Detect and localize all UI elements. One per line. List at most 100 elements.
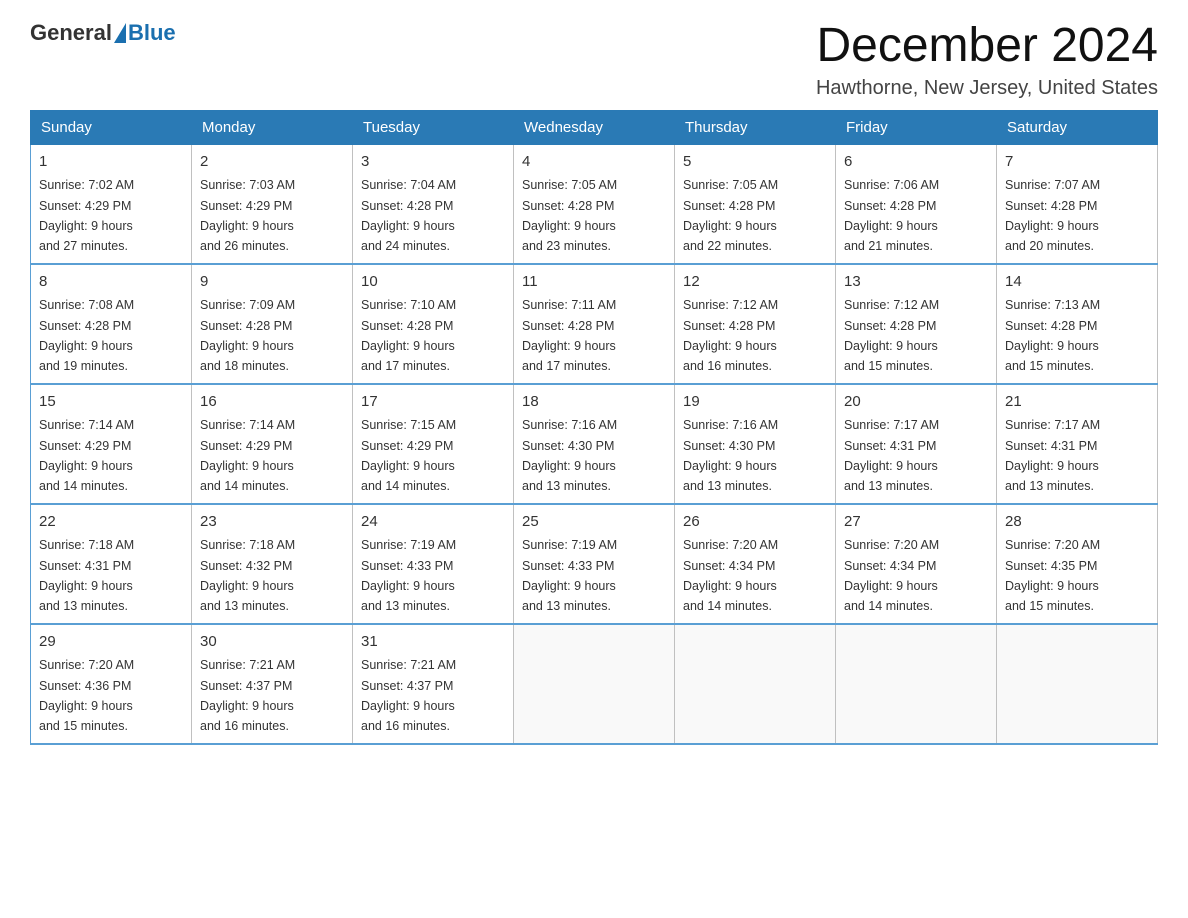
day-info: Sunrise: 7:18 AMSunset: 4:31 PMDaylight:… [39,538,134,613]
day-number: 26 [683,511,827,534]
logo-triangle-icon [114,23,126,43]
calendar-day-cell: 24 Sunrise: 7:19 AMSunset: 4:33 PMDaylig… [353,504,514,624]
day-number: 25 [522,511,666,534]
day-info: Sunrise: 7:18 AMSunset: 4:32 PMDaylight:… [200,538,295,613]
calendar-week-row: 8 Sunrise: 7:08 AMSunset: 4:28 PMDayligh… [31,264,1158,384]
calendar-day-cell: 20 Sunrise: 7:17 AMSunset: 4:31 PMDaylig… [836,384,997,504]
day-number: 29 [39,631,183,654]
calendar-day-cell: 30 Sunrise: 7:21 AMSunset: 4:37 PMDaylig… [192,624,353,744]
calendar-day-cell [997,624,1158,744]
calendar-body: 1 Sunrise: 7:02 AMSunset: 4:29 PMDayligh… [31,144,1158,744]
calendar-day-cell: 11 Sunrise: 7:11 AMSunset: 4:28 PMDaylig… [514,264,675,384]
day-number: 12 [683,271,827,294]
calendar-day-cell: 26 Sunrise: 7:20 AMSunset: 4:34 PMDaylig… [675,504,836,624]
day-number: 4 [522,151,666,174]
calendar-day-cell: 19 Sunrise: 7:16 AMSunset: 4:30 PMDaylig… [675,384,836,504]
calendar-day-cell: 28 Sunrise: 7:20 AMSunset: 4:35 PMDaylig… [997,504,1158,624]
day-number: 22 [39,511,183,534]
day-info: Sunrise: 7:15 AMSunset: 4:29 PMDaylight:… [361,418,456,493]
calendar-day-cell: 12 Sunrise: 7:12 AMSunset: 4:28 PMDaylig… [675,264,836,384]
day-info: Sunrise: 7:13 AMSunset: 4:28 PMDaylight:… [1005,298,1100,373]
day-number: 31 [361,631,505,654]
day-number: 16 [200,391,344,414]
calendar-day-cell: 27 Sunrise: 7:20 AMSunset: 4:34 PMDaylig… [836,504,997,624]
calendar-day-cell: 2 Sunrise: 7:03 AMSunset: 4:29 PMDayligh… [192,144,353,264]
day-info: Sunrise: 7:21 AMSunset: 4:37 PMDaylight:… [200,658,295,733]
day-info: Sunrise: 7:10 AMSunset: 4:28 PMDaylight:… [361,298,456,373]
weekday-header-monday: Monday [192,110,353,144]
logo-general-text: General [30,20,112,46]
day-info: Sunrise: 7:05 AMSunset: 4:28 PMDaylight:… [522,178,617,253]
calendar-day-cell: 22 Sunrise: 7:18 AMSunset: 4:31 PMDaylig… [31,504,192,624]
calendar-day-cell: 3 Sunrise: 7:04 AMSunset: 4:28 PMDayligh… [353,144,514,264]
weekday-header-wednesday: Wednesday [514,110,675,144]
logo: General Blue [30,20,176,46]
day-info: Sunrise: 7:20 AMSunset: 4:34 PMDaylight:… [844,538,939,613]
weekday-header-thursday: Thursday [675,110,836,144]
calendar-day-cell: 10 Sunrise: 7:10 AMSunset: 4:28 PMDaylig… [353,264,514,384]
calendar-day-cell: 21 Sunrise: 7:17 AMSunset: 4:31 PMDaylig… [997,384,1158,504]
day-info: Sunrise: 7:11 AMSunset: 4:28 PMDaylight:… [522,298,616,373]
day-number: 19 [683,391,827,414]
day-number: 24 [361,511,505,534]
calendar-day-cell [514,624,675,744]
page-header: General Blue December 2024 Hawthorne, Ne… [30,20,1158,100]
calendar-day-cell: 16 Sunrise: 7:14 AMSunset: 4:29 PMDaylig… [192,384,353,504]
day-number: 2 [200,151,344,174]
day-number: 11 [522,271,666,294]
day-info: Sunrise: 7:16 AMSunset: 4:30 PMDaylight:… [683,418,778,493]
day-number: 15 [39,391,183,414]
weekday-header-friday: Friday [836,110,997,144]
day-info: Sunrise: 7:06 AMSunset: 4:28 PMDaylight:… [844,178,939,253]
day-info: Sunrise: 7:14 AMSunset: 4:29 PMDaylight:… [200,418,295,493]
day-info: Sunrise: 7:20 AMSunset: 4:34 PMDaylight:… [683,538,778,613]
logo-blue-text: Blue [128,20,176,46]
day-info: Sunrise: 7:12 AMSunset: 4:28 PMDaylight:… [683,298,778,373]
day-info: Sunrise: 7:20 AMSunset: 4:35 PMDaylight:… [1005,538,1100,613]
weekday-header-sunday: Sunday [31,110,192,144]
day-info: Sunrise: 7:19 AMSunset: 4:33 PMDaylight:… [522,538,617,613]
day-number: 28 [1005,511,1149,534]
calendar-day-cell: 8 Sunrise: 7:08 AMSunset: 4:28 PMDayligh… [31,264,192,384]
location-title: Hawthorne, New Jersey, United States [816,77,1158,100]
calendar-day-cell [675,624,836,744]
day-number: 23 [200,511,344,534]
day-info: Sunrise: 7:03 AMSunset: 4:29 PMDaylight:… [200,178,295,253]
day-number: 3 [361,151,505,174]
day-number: 7 [1005,151,1149,174]
day-number: 30 [200,631,344,654]
weekday-header-tuesday: Tuesday [353,110,514,144]
calendar-day-cell: 23 Sunrise: 7:18 AMSunset: 4:32 PMDaylig… [192,504,353,624]
day-info: Sunrise: 7:19 AMSunset: 4:33 PMDaylight:… [361,538,456,613]
day-info: Sunrise: 7:14 AMSunset: 4:29 PMDaylight:… [39,418,134,493]
calendar-day-cell: 29 Sunrise: 7:20 AMSunset: 4:36 PMDaylig… [31,624,192,744]
calendar-day-cell: 17 Sunrise: 7:15 AMSunset: 4:29 PMDaylig… [353,384,514,504]
calendar-day-cell: 15 Sunrise: 7:14 AMSunset: 4:29 PMDaylig… [31,384,192,504]
calendar-day-cell: 31 Sunrise: 7:21 AMSunset: 4:37 PMDaylig… [353,624,514,744]
day-info: Sunrise: 7:02 AMSunset: 4:29 PMDaylight:… [39,178,134,253]
day-number: 20 [844,391,988,414]
day-number: 13 [844,271,988,294]
calendar-day-cell: 14 Sunrise: 7:13 AMSunset: 4:28 PMDaylig… [997,264,1158,384]
day-number: 1 [39,151,183,174]
calendar-day-cell: 18 Sunrise: 7:16 AMSunset: 4:30 PMDaylig… [514,384,675,504]
day-info: Sunrise: 7:07 AMSunset: 4:28 PMDaylight:… [1005,178,1100,253]
day-info: Sunrise: 7:17 AMSunset: 4:31 PMDaylight:… [1005,418,1100,493]
day-number: 10 [361,271,505,294]
day-number: 6 [844,151,988,174]
day-info: Sunrise: 7:17 AMSunset: 4:31 PMDaylight:… [844,418,939,493]
calendar-day-cell: 1 Sunrise: 7:02 AMSunset: 4:29 PMDayligh… [31,144,192,264]
day-number: 21 [1005,391,1149,414]
day-info: Sunrise: 7:09 AMSunset: 4:28 PMDaylight:… [200,298,295,373]
weekday-header-saturday: Saturday [997,110,1158,144]
day-info: Sunrise: 7:21 AMSunset: 4:37 PMDaylight:… [361,658,456,733]
calendar-day-cell: 25 Sunrise: 7:19 AMSunset: 4:33 PMDaylig… [514,504,675,624]
day-info: Sunrise: 7:08 AMSunset: 4:28 PMDaylight:… [39,298,134,373]
calendar-week-row: 22 Sunrise: 7:18 AMSunset: 4:31 PMDaylig… [31,504,1158,624]
calendar-day-cell: 13 Sunrise: 7:12 AMSunset: 4:28 PMDaylig… [836,264,997,384]
day-info: Sunrise: 7:05 AMSunset: 4:28 PMDaylight:… [683,178,778,253]
calendar-week-row: 15 Sunrise: 7:14 AMSunset: 4:29 PMDaylig… [31,384,1158,504]
title-area: December 2024 Hawthorne, New Jersey, Uni… [816,20,1158,100]
calendar-day-cell: 6 Sunrise: 7:06 AMSunset: 4:28 PMDayligh… [836,144,997,264]
calendar-week-row: 29 Sunrise: 7:20 AMSunset: 4:36 PMDaylig… [31,624,1158,744]
